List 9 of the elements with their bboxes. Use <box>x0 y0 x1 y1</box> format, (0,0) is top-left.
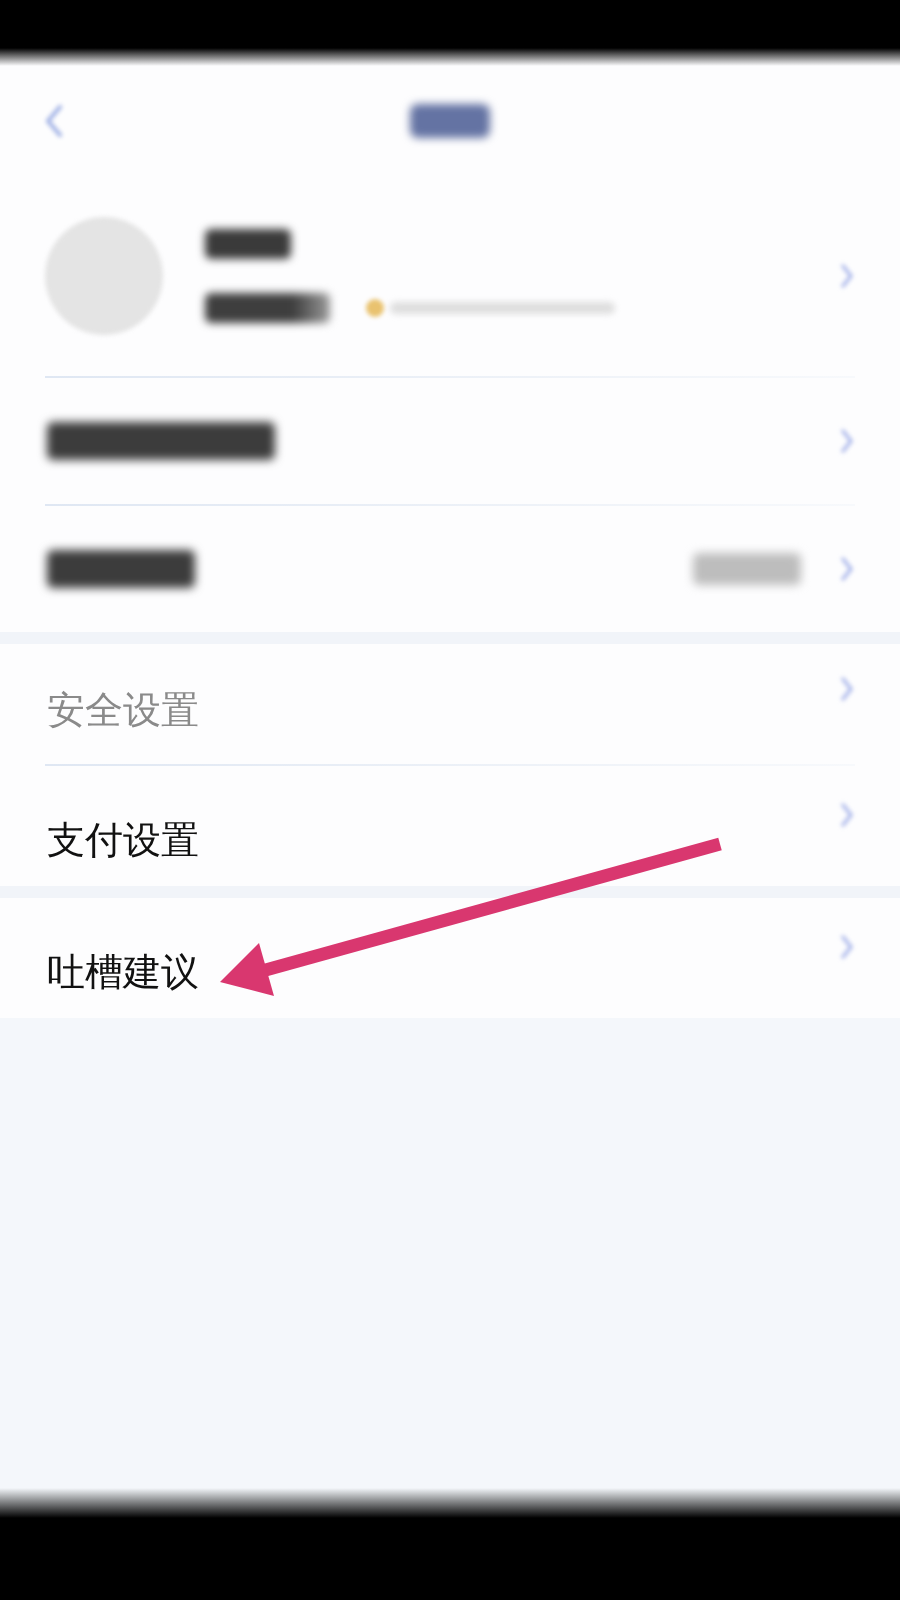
chevron-icon <box>839 262 855 289</box>
badge-icon <box>366 298 384 317</box>
chevron-icon <box>839 934 855 960</box>
chevron-icon <box>839 802 855 828</box>
settings-item[interactable]: 支付设置 <box>0 766 900 886</box>
chevron-icon <box>839 428 855 454</box>
settings-item[interactable]: 吐槽建议 <box>0 898 900 1018</box>
chevron-icon <box>839 556 855 582</box>
chevron-icon <box>839 676 855 702</box>
